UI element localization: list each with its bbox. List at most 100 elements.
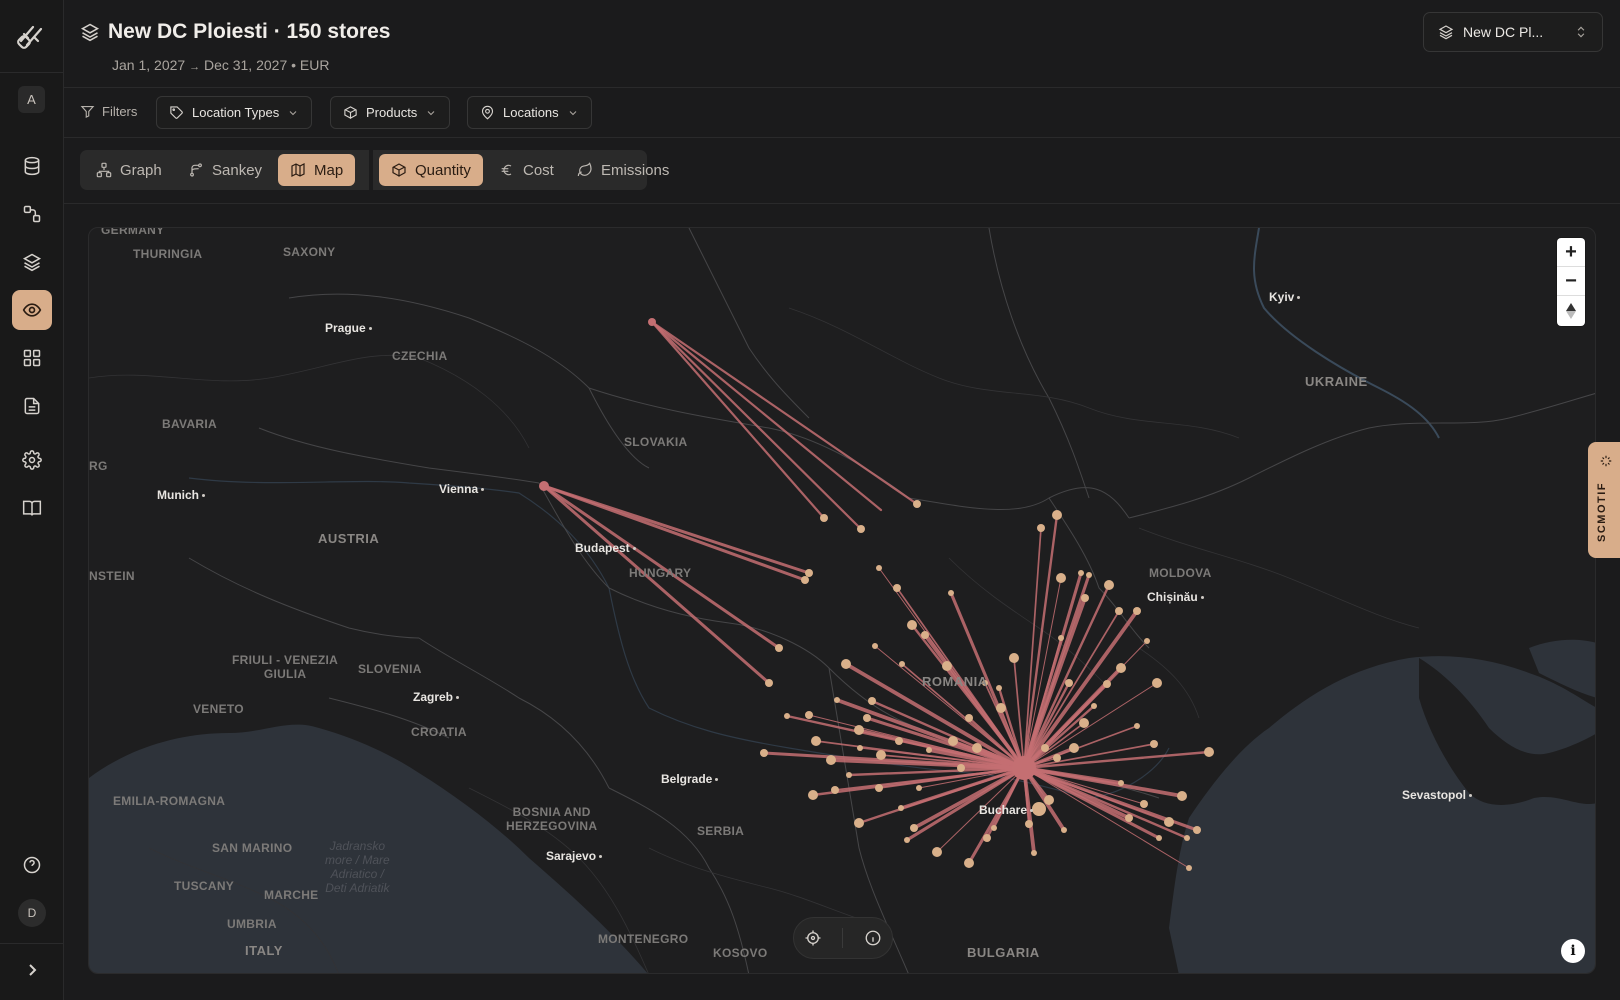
store-node[interactable] bbox=[846, 772, 852, 778]
store-node[interactable] bbox=[1012, 756, 1036, 780]
store-node[interactable] bbox=[932, 847, 942, 857]
store-node[interactable] bbox=[1091, 703, 1097, 709]
store-node[interactable] bbox=[648, 318, 656, 326]
store-node[interactable] bbox=[1103, 680, 1111, 688]
zoom-in-button[interactable]: + bbox=[1557, 238, 1585, 267]
sidebar-item-help[interactable] bbox=[12, 845, 52, 885]
store-node[interactable] bbox=[1009, 653, 1019, 663]
store-node[interactable] bbox=[857, 525, 865, 533]
products-filter[interactable]: Products bbox=[330, 96, 451, 129]
store-node[interactable] bbox=[895, 737, 903, 745]
store-node[interactable] bbox=[910, 824, 918, 832]
compass-button[interactable] bbox=[1557, 296, 1585, 325]
store-node[interactable] bbox=[1177, 791, 1187, 801]
store-node[interactable] bbox=[1186, 865, 1192, 871]
store-node[interactable] bbox=[957, 764, 965, 772]
store-node[interactable] bbox=[907, 620, 917, 630]
recenter-icon[interactable] bbox=[804, 929, 822, 947]
store-node[interactable] bbox=[1079, 718, 1089, 728]
store-node[interactable] bbox=[1061, 827, 1067, 833]
store-node[interactable] bbox=[1125, 814, 1133, 822]
store-node[interactable] bbox=[1058, 635, 1064, 641]
zoom-out-button[interactable]: − bbox=[1557, 267, 1585, 296]
store-node[interactable] bbox=[1144, 638, 1150, 644]
sidebar-item-reports[interactable] bbox=[12, 386, 52, 426]
store-node[interactable] bbox=[811, 736, 821, 746]
scenario-selector[interactable]: New DC Pl... bbox=[1423, 12, 1603, 52]
store-node[interactable] bbox=[991, 825, 997, 831]
store-node[interactable] bbox=[1025, 820, 1033, 828]
tab-cost[interactable]: Cost bbox=[487, 154, 566, 186]
store-node[interactable] bbox=[1156, 835, 1162, 841]
store-node[interactable] bbox=[805, 711, 813, 719]
store-node[interactable] bbox=[784, 713, 790, 719]
store-node[interactable] bbox=[1044, 795, 1054, 805]
store-node[interactable] bbox=[1204, 747, 1214, 757]
store-node[interactable] bbox=[808, 790, 818, 800]
chevron-right-icon[interactable] bbox=[22, 960, 42, 980]
store-node[interactable] bbox=[857, 745, 863, 751]
store-node[interactable] bbox=[1116, 663, 1126, 673]
sidebar-item-network[interactable] bbox=[12, 194, 52, 234]
store-node[interactable] bbox=[775, 644, 783, 652]
store-node[interactable] bbox=[1184, 835, 1190, 841]
store-node[interactable] bbox=[801, 576, 809, 584]
store-node[interactable] bbox=[1031, 850, 1037, 856]
workspace-avatar[interactable]: A bbox=[18, 86, 45, 113]
store-node[interactable] bbox=[876, 750, 886, 760]
store-node[interactable] bbox=[926, 747, 932, 753]
attribution-info-icon[interactable]: i bbox=[1561, 939, 1585, 963]
store-node[interactable] bbox=[1032, 802, 1046, 816]
app-logo-icon[interactable] bbox=[15, 19, 47, 51]
store-node[interactable] bbox=[834, 697, 840, 703]
store-node[interactable] bbox=[854, 725, 864, 735]
store-node[interactable] bbox=[863, 714, 871, 722]
store-node[interactable] bbox=[539, 481, 549, 491]
store-node[interactable] bbox=[1150, 740, 1158, 748]
store-node[interactable] bbox=[1078, 570, 1084, 576]
store-node[interactable] bbox=[854, 818, 864, 828]
store-node[interactable] bbox=[1118, 780, 1124, 786]
sidebar-item-visualize[interactable] bbox=[12, 290, 52, 330]
user-avatar[interactable]: D bbox=[18, 899, 46, 927]
side-panel-toggle[interactable]: SCMOTIF bbox=[1588, 442, 1620, 558]
store-node[interactable] bbox=[1164, 817, 1174, 827]
store-node[interactable] bbox=[996, 703, 1006, 713]
store-node[interactable] bbox=[965, 714, 973, 722]
store-node[interactable] bbox=[1086, 572, 1092, 578]
store-node[interactable] bbox=[876, 565, 882, 571]
store-node[interactable] bbox=[972, 743, 982, 753]
location-types-filter[interactable]: Location Types bbox=[156, 96, 313, 129]
store-node[interactable] bbox=[1069, 743, 1079, 753]
store-node[interactable] bbox=[831, 786, 839, 794]
sidebar-item-dashboards[interactable] bbox=[12, 338, 52, 378]
store-node[interactable] bbox=[1115, 607, 1123, 615]
sidebar-item-docs[interactable] bbox=[12, 488, 52, 528]
store-node[interactable] bbox=[868, 697, 876, 705]
store-node[interactable] bbox=[1193, 826, 1201, 834]
store-node[interactable] bbox=[921, 631, 929, 639]
store-node[interactable] bbox=[1053, 754, 1061, 762]
tab-emissions[interactable]: Emissions bbox=[565, 154, 681, 186]
store-node[interactable] bbox=[872, 643, 878, 649]
sidebar-item-settings[interactable] bbox=[12, 440, 52, 480]
store-node[interactable] bbox=[1056, 573, 1066, 583]
store-node[interactable] bbox=[826, 755, 836, 765]
info-icon[interactable] bbox=[864, 929, 882, 947]
store-node[interactable] bbox=[904, 837, 910, 843]
tab-map[interactable]: Map bbox=[278, 154, 356, 186]
store-node[interactable] bbox=[1041, 744, 1049, 752]
store-node[interactable] bbox=[983, 834, 991, 842]
store-node[interactable] bbox=[841, 659, 851, 669]
store-node[interactable] bbox=[760, 749, 768, 757]
store-node[interactable] bbox=[1081, 594, 1089, 602]
store-node[interactable] bbox=[893, 584, 901, 592]
store-node[interactable] bbox=[1134, 723, 1140, 729]
store-node[interactable] bbox=[875, 784, 883, 792]
store-node[interactable] bbox=[820, 514, 828, 522]
store-node[interactable] bbox=[948, 736, 958, 746]
tab-sankey[interactable]: Sankey bbox=[176, 154, 274, 186]
store-node[interactable] bbox=[1037, 524, 1045, 532]
store-node[interactable] bbox=[916, 785, 922, 791]
sidebar-item-scenarios[interactable] bbox=[12, 242, 52, 282]
